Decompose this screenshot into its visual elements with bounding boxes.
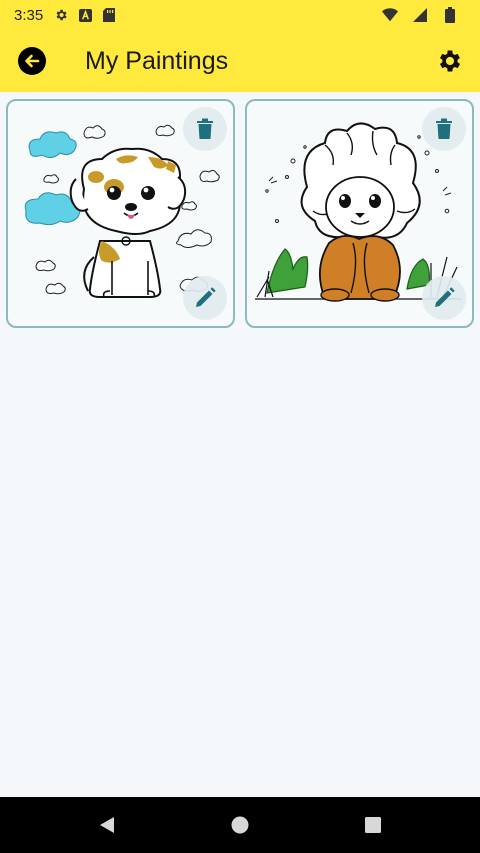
sd-card-icon: [101, 7, 117, 23]
battery-icon: [442, 7, 458, 23]
settings-button[interactable]: [436, 47, 464, 75]
triangle-back-icon: [100, 817, 114, 833]
app-bar: My Paintings: [0, 30, 480, 92]
nav-home-button[interactable]: [229, 814, 251, 836]
painting-card-lion[interactable]: [245, 99, 474, 328]
gear-icon: [439, 50, 461, 72]
paintings-grid: [6, 99, 474, 329]
page-title: My Paintings: [85, 47, 229, 75]
trash-icon: [436, 118, 452, 139]
painting-card-puppy[interactable]: [6, 99, 235, 328]
pencil-icon: [196, 287, 216, 307]
delete-button[interactable]: [422, 107, 466, 151]
settings-icon: [53, 7, 69, 23]
delete-button[interactable]: [183, 107, 227, 151]
wifi-icon: [382, 7, 398, 23]
trash-icon: [197, 118, 213, 139]
nav-recents-button[interactable]: [362, 814, 384, 836]
square-recents-icon: [365, 817, 381, 833]
status-bar: 3:35: [0, 0, 480, 30]
edit-button[interactable]: [183, 276, 227, 320]
font-a-icon: [77, 7, 93, 23]
edit-button[interactable]: [422, 276, 466, 320]
pencil-icon: [435, 287, 455, 307]
circle-home-icon: [231, 816, 249, 834]
signal-icon: [412, 7, 428, 23]
nav-back-button[interactable]: [96, 814, 118, 836]
status-time: 3:35: [14, 6, 44, 24]
back-button[interactable]: [17, 46, 47, 76]
arrow-left-circle-icon: [18, 47, 46, 75]
system-nav-bar: [0, 797, 480, 853]
